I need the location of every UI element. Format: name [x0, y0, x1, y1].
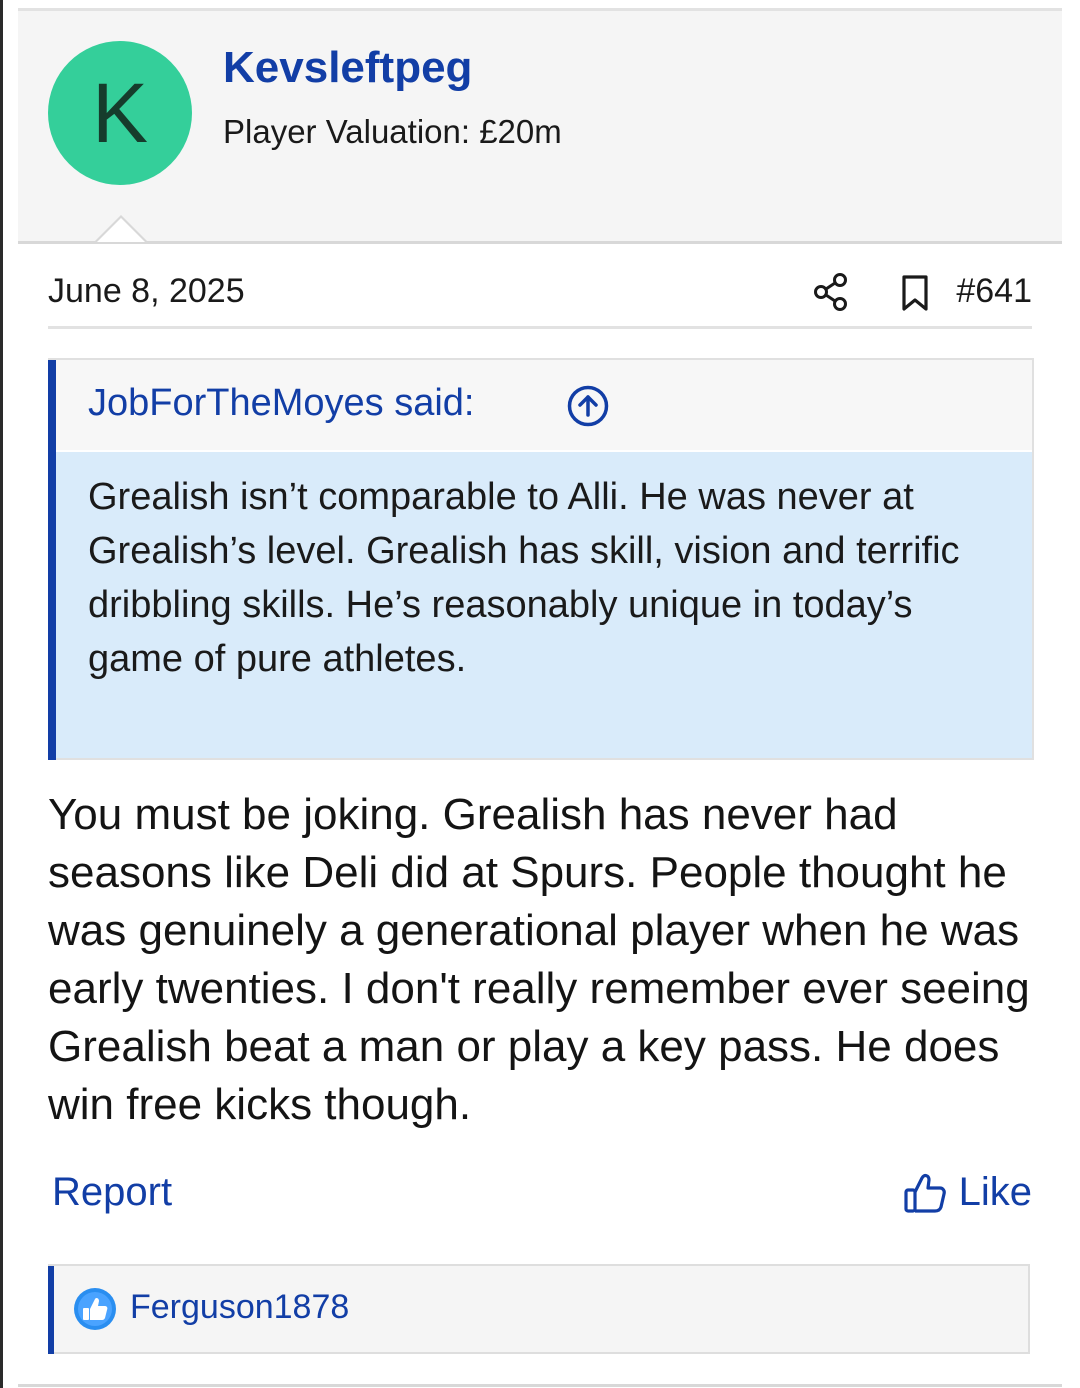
reactions-bar: Ferguson1878 — [48, 1264, 1030, 1354]
avatar[interactable]: K — [48, 41, 192, 185]
post-date[interactable]: June 8, 2025 — [48, 272, 245, 311]
like-button[interactable]: Like — [903, 1170, 1032, 1215]
post-author-header: K Kevsleftpeg Player Valuation: £20m — [18, 8, 1062, 244]
share-icon[interactable] — [813, 272, 849, 312]
header-pointer-inner — [97, 218, 145, 242]
arrow-up-circle-icon[interactable] — [566, 384, 610, 428]
bookmark-icon[interactable] — [899, 274, 931, 312]
quote-header: JobForTheMoyes said: — [56, 360, 1032, 450]
reaction-user-link[interactable]: Ferguson1878 — [130, 1288, 349, 1327]
post-meta-row: June 8, 2025 #641 — [48, 270, 1032, 329]
like-label: Like — [958, 1170, 1032, 1214]
quote-content: Grealish isn’t comparable to Alli. He wa… — [56, 452, 1032, 758]
page-left-border — [0, 0, 3, 1388]
post: K Kevsleftpeg Player Valuation: £20m Jun… — [18, 8, 1062, 1388]
quote-author-link[interactable]: JobForTheMoyes said: — [88, 382, 475, 425]
report-link[interactable]: Report — [52, 1170, 172, 1215]
author-user-title: Player Valuation: £20m — [223, 113, 562, 150]
post-number-link[interactable]: #641 — [956, 272, 1032, 311]
quote-text: Grealish isn’t comparable to Alli. He wa… — [88, 476, 960, 680]
like-reaction-icon — [74, 1288, 116, 1330]
quote-block: JobForTheMoyes said: Grealish isn’t comp… — [48, 358, 1034, 760]
thumbs-up-icon — [904, 1173, 946, 1213]
post-message: You must be joking. Grealish has never h… — [48, 790, 1030, 1129]
reactions-accent-bar — [48, 1266, 54, 1354]
quote-accent-bar — [48, 360, 56, 760]
post-bottom-divider — [18, 1384, 1062, 1387]
author-name-link[interactable]: Kevsleftpeg — [223, 43, 472, 93]
